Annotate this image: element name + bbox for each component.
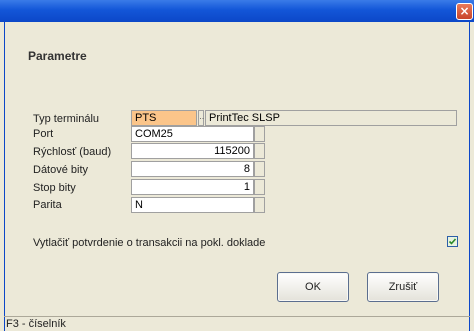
parity-lookup-button[interactable] (254, 197, 265, 213)
terminal-type-code-field[interactable]: PTS (131, 110, 197, 126)
print-receipt-label: Vytlačiť potvrdenie o transakcii na pokl… (33, 237, 266, 249)
speed-lookup-button[interactable] (254, 143, 265, 159)
stop-bits-lookup-button[interactable] (254, 179, 265, 195)
stop-bits-label: Stop bity (33, 182, 76, 194)
close-icon: × (459, 4, 470, 18)
cancel-button[interactable]: Zrušiť (367, 272, 439, 302)
ok-button[interactable]: OK (277, 272, 349, 302)
print-receipt-checkbox[interactable] (447, 236, 458, 247)
close-button[interactable]: × (456, 3, 473, 20)
terminal-type-lookup-button[interactable]: … (198, 110, 207, 126)
data-bits-label: Dátové bity (33, 164, 89, 176)
port-label: Port (33, 128, 54, 140)
terminal-type-name-field: PrintTec SLSP (205, 110, 457, 126)
stop-bits-field[interactable]: 1 (131, 179, 254, 195)
port-field[interactable]: COM25 (131, 126, 254, 142)
status-bar: F3 - číselník (4, 316, 470, 331)
parity-label: Parita (33, 199, 62, 211)
title-bar: × (0, 0, 474, 22)
speed-label: Rýchlosť (baud) (33, 146, 112, 158)
data-bits-lookup-button[interactable] (254, 161, 265, 177)
port-lookup-button[interactable] (254, 126, 265, 142)
checkmark-icon (448, 238, 457, 245)
data-bits-field[interactable]: 8 (131, 161, 254, 177)
parity-field[interactable]: N (131, 197, 254, 213)
terminal-type-label: Typ terminálu (33, 113, 100, 125)
section-title: Parametre (28, 49, 87, 63)
speed-field[interactable]: 115200 (131, 143, 254, 159)
